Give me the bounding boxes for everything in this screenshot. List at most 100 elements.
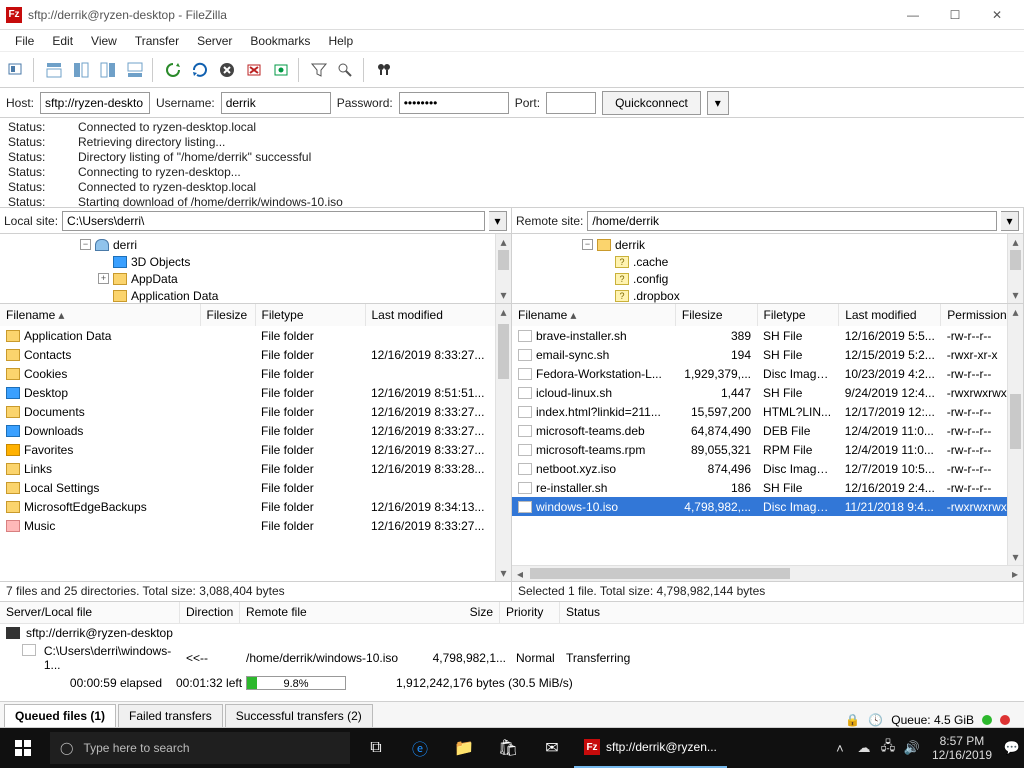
list-item[interactable]: DownloadsFile folder12/16/2019 8:33:27..…	[0, 421, 511, 440]
file-explorer-icon[interactable]: 📁	[442, 728, 486, 768]
volume-icon[interactable]: 🔊	[900, 740, 924, 756]
close-button[interactable]: ✕	[976, 1, 1018, 29]
tree-label[interactable]: .dropbox	[633, 289, 680, 303]
quickconnect-button[interactable]: Quickconnect	[602, 91, 701, 115]
list-item[interactable]: Fedora-Workstation-L...1,929,379,...Disc…	[512, 364, 1023, 383]
vertical-scrollbar[interactable]: ▴ ▾	[1007, 304, 1023, 565]
tree-expand-icon[interactable]: +	[98, 273, 109, 284]
list-item[interactable]: re-installer.sh186SH File12/16/2019 2:4.…	[512, 478, 1023, 497]
tab-successful-transfers[interactable]: Successful transfers (2)	[225, 704, 373, 727]
scroll-up-icon[interactable]: ▴	[1008, 234, 1023, 250]
list-item[interactable]: MusicFile folder12/16/2019 8:33:27...	[0, 516, 511, 535]
tree-label[interactable]: AppData	[131, 272, 178, 286]
list-item[interactable]: FavoritesFile folder12/16/2019 8:33:27..…	[0, 440, 511, 459]
list-item[interactable]: windows-10.iso4,798,982,...Disc Image...…	[512, 497, 1023, 516]
col-filename[interactable]: Filename▴	[0, 304, 200, 326]
list-item[interactable]: CookiesFile folder	[0, 364, 511, 383]
taskbar-search[interactable]: ◯ Type here to search	[50, 732, 350, 764]
scroll-down-icon[interactable]: ▾	[496, 287, 511, 303]
scroll-up-icon[interactable]: ▴	[1008, 304, 1023, 320]
col-direction[interactable]: Direction	[180, 602, 240, 623]
list-item[interactable]: brave-installer.sh389SH File12/16/2019 5…	[512, 326, 1023, 345]
list-item[interactable]: icloud-linux.sh1,447SH File9/24/2019 12:…	[512, 383, 1023, 402]
local-site-dropdown[interactable]: ▾	[489, 211, 507, 231]
queue-transfer-row[interactable]: C:\Users\derri\windows-1... <<-- /home/d…	[0, 642, 1024, 674]
remote-directory-tree[interactable]: −derrik ?.cache ?.config ?.dropbox	[512, 234, 1007, 303]
minimize-button[interactable]: —	[892, 1, 934, 29]
store-icon[interactable]: 🛍	[486, 728, 530, 768]
list-item[interactable]: Local SettingsFile folder	[0, 478, 511, 497]
col-modified[interactable]: Last modified	[365, 304, 511, 326]
col-remote-file[interactable]: Remote file	[246, 605, 470, 620]
cancel-icon[interactable]	[215, 58, 239, 82]
mail-icon[interactable]: ✉	[530, 728, 574, 768]
tray-chevron-icon[interactable]: ˄	[828, 741, 852, 756]
list-item[interactable]: LinksFile folder12/16/2019 8:33:28...	[0, 459, 511, 478]
filter-icon[interactable]	[307, 58, 331, 82]
message-log[interactable]: Status:Connected to ryzen-desktop.local …	[0, 118, 1024, 208]
quickconnect-history-dropdown[interactable]: ▾	[707, 91, 729, 115]
scroll-up-icon[interactable]: ▴	[496, 304, 511, 320]
col-filetype[interactable]: Filetype	[757, 304, 839, 326]
onedrive-icon[interactable]: ☁	[852, 740, 876, 756]
notifications-icon[interactable]: 💬	[1000, 740, 1024, 756]
tree-label[interactable]: derrik	[615, 238, 645, 252]
list-item[interactable]: ContactsFile folder12/16/2019 8:33:27...	[0, 345, 511, 364]
tree-label[interactable]: 3D Objects	[131, 255, 190, 269]
scroll-down-icon[interactable]: ▾	[1008, 549, 1023, 565]
menu-edit[interactable]: Edit	[43, 32, 82, 50]
menu-help[interactable]: Help	[319, 32, 362, 50]
tree-label[interactable]: Application Data	[131, 289, 218, 303]
scroll-right-icon[interactable]: ▸	[1007, 566, 1023, 581]
list-item[interactable]: index.html?linkid=211...15,597,200HTML?L…	[512, 402, 1023, 421]
local-directory-tree[interactable]: − derri 3D Objects + AppData Application D…	[0, 234, 495, 303]
username-input[interactable]	[221, 92, 331, 114]
col-priority[interactable]: Priority	[500, 602, 560, 623]
col-filesize[interactable]: Filesize	[200, 304, 255, 326]
list-item[interactable]: email-sync.sh194SH File12/15/2019 5:2...…	[512, 345, 1023, 364]
process-queue-icon[interactable]	[188, 58, 212, 82]
list-item[interactable]: Application DataFile folder	[0, 326, 511, 345]
remote-site-dropdown[interactable]: ▾	[1001, 211, 1019, 231]
disconnect-icon[interactable]	[242, 58, 266, 82]
taskbar-filezilla[interactable]: Fz sftp://derrik@ryzen...	[574, 728, 727, 768]
compare-icon[interactable]	[334, 58, 358, 82]
local-file-list[interactable]: Filename▴ Filesize Filetype Last modifie…	[0, 304, 511, 581]
toggle-log-icon[interactable]	[42, 58, 66, 82]
tree-collapse-icon[interactable]: −	[80, 239, 91, 250]
toggle-queue-icon[interactable]	[123, 58, 147, 82]
task-view-icon[interactable]: ⧉	[354, 728, 398, 768]
remote-site-input[interactable]	[587, 211, 997, 231]
taskbar-clock[interactable]: 8:57 PM 12/16/2019	[924, 734, 1000, 762]
tree-label[interactable]: derri	[113, 238, 137, 252]
col-server-local[interactable]: Server/Local file	[0, 602, 180, 623]
list-item[interactable]: netboot.xyz.iso874,496Disc Image...12/7/…	[512, 459, 1023, 478]
tab-failed-transfers[interactable]: Failed transfers	[118, 704, 223, 727]
password-input[interactable]	[399, 92, 509, 114]
remote-file-list[interactable]: Filename▴ Filesize Filetype Last modifie…	[512, 304, 1023, 565]
list-item[interactable]: microsoft-teams.deb64,874,490DEB File12/…	[512, 421, 1023, 440]
tab-queued-files[interactable]: Queued files (1)	[4, 704, 116, 727]
col-modified[interactable]: Last modified	[839, 304, 941, 326]
col-filetype[interactable]: Filetype	[255, 304, 365, 326]
scroll-left-icon[interactable]: ◂	[512, 566, 528, 581]
search-remote-icon[interactable]	[372, 58, 396, 82]
refresh-icon[interactable]	[161, 58, 185, 82]
horizontal-scrollbar[interactable]: ◂ ▸	[512, 565, 1023, 581]
list-item[interactable]: DesktopFile folder12/16/2019 8:51:51...	[0, 383, 511, 402]
menu-file[interactable]: File	[6, 32, 43, 50]
site-manager-icon[interactable]	[4, 58, 28, 82]
reconnect-icon[interactable]	[269, 58, 293, 82]
menu-view[interactable]: View	[82, 32, 126, 50]
port-input[interactable]	[546, 92, 596, 114]
col-filesize[interactable]: Filesize	[675, 304, 757, 326]
network-icon[interactable]: 🖧	[876, 737, 900, 759]
edge-icon[interactable]: ⓔ	[398, 728, 442, 768]
tree-label[interactable]: .cache	[633, 255, 668, 269]
menu-server[interactable]: Server	[188, 32, 241, 50]
local-site-input[interactable]	[62, 211, 485, 231]
col-filename[interactable]: Filename▴	[512, 304, 675, 326]
toggle-remote-tree-icon[interactable]	[96, 58, 120, 82]
menu-bookmarks[interactable]: Bookmarks	[241, 32, 319, 50]
vertical-scrollbar[interactable]: ▴ ▾	[495, 304, 511, 581]
